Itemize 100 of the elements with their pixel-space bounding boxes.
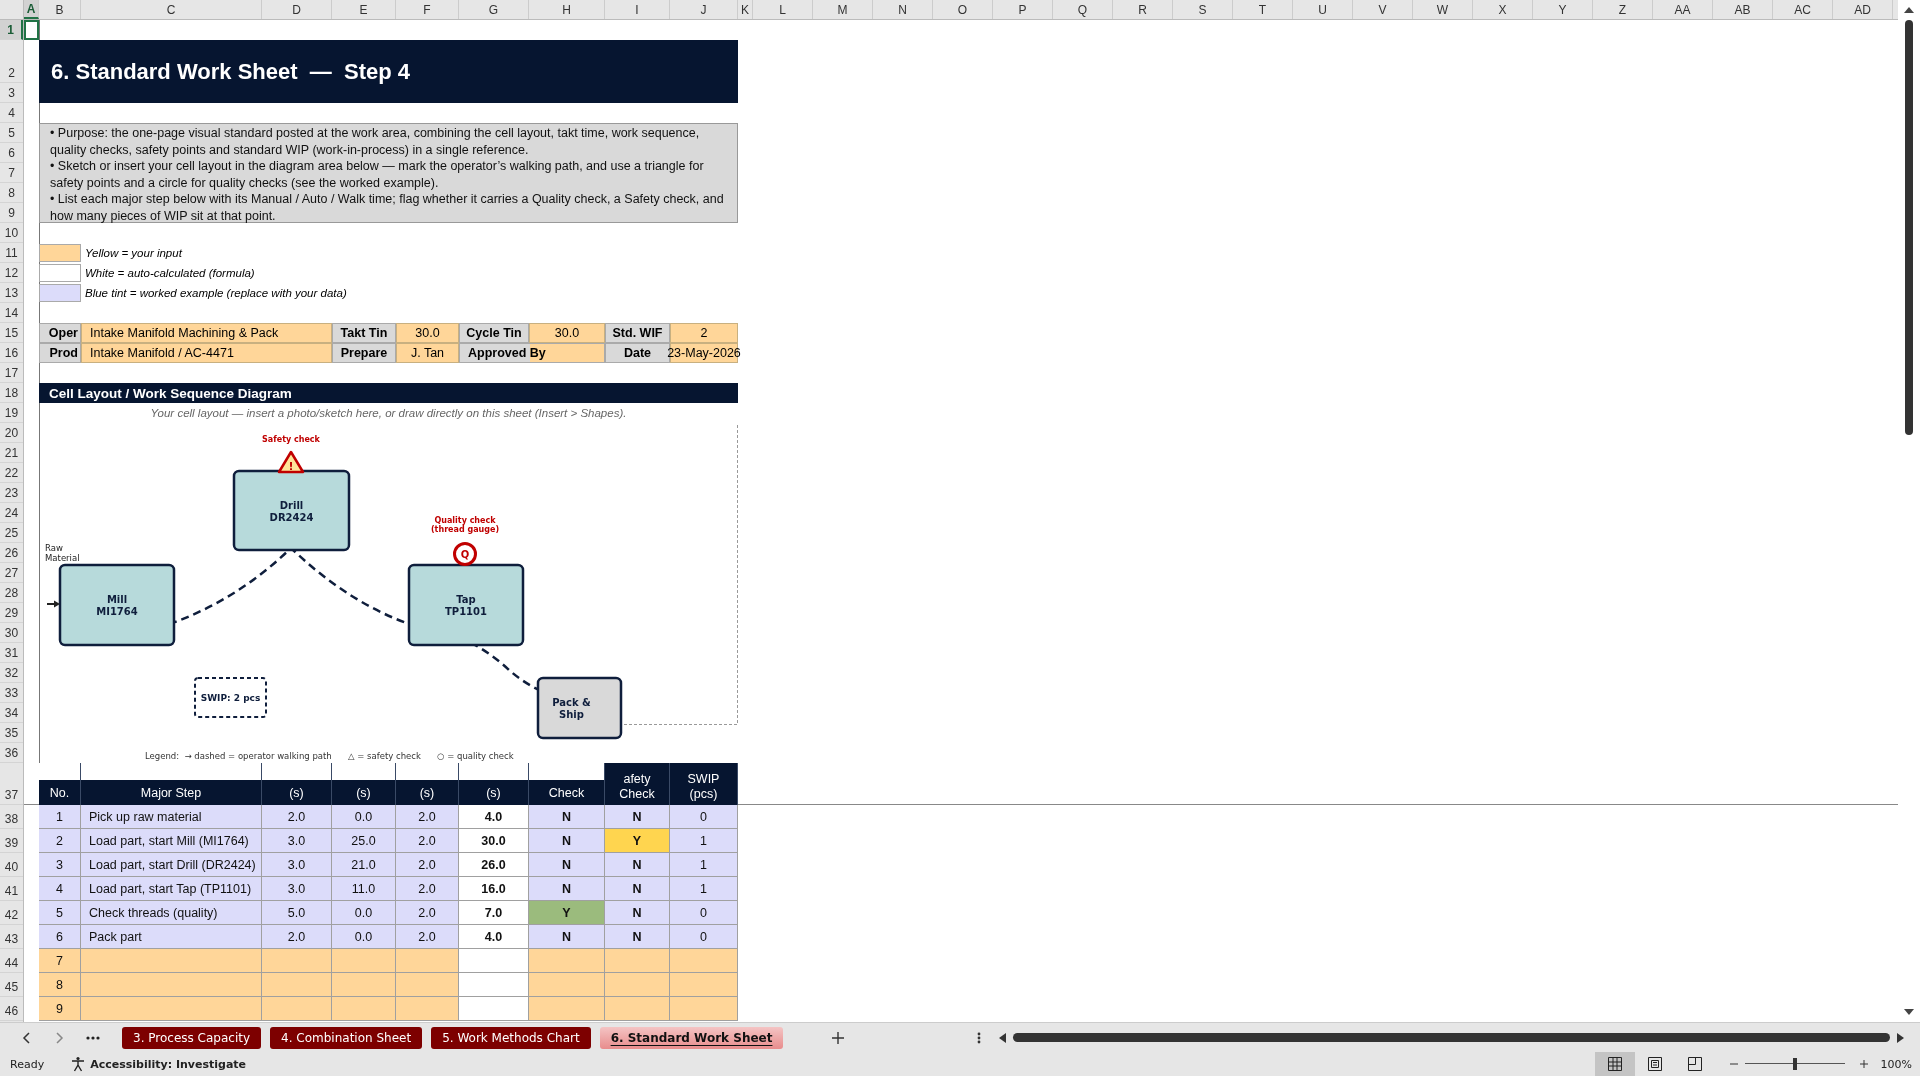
column-header[interactable]: Y <box>1533 0 1593 19</box>
input-cell[interactable] <box>262 949 332 973</box>
column-header[interactable]: W <box>1413 0 1473 19</box>
field-value[interactable]: 2 <box>670 323 738 343</box>
field-value[interactable]: J. Tan <box>396 343 459 363</box>
input-cell[interactable] <box>262 997 332 1021</box>
input-cell[interactable] <box>332 997 396 1021</box>
sheet-tab[interactable]: 5. Work Methods Chart <box>431 1026 591 1049</box>
row-header[interactable]: 21 <box>0 443 23 463</box>
column-header[interactable]: N <box>873 0 933 19</box>
more-icon[interactable] <box>86 1034 100 1041</box>
row-header[interactable]: 9 <box>0 203 23 223</box>
chevron-left-icon[interactable] <box>22 1030 32 1045</box>
row-header[interactable]: 23 <box>0 483 23 503</box>
input-cell[interactable] <box>670 997 738 1021</box>
input-cell[interactable] <box>605 949 670 973</box>
input-cell[interactable] <box>670 949 738 973</box>
column-header[interactable]: S <box>1173 0 1233 19</box>
row-header[interactable]: 18 <box>0 383 23 403</box>
input-cell[interactable] <box>529 949 605 973</box>
scroll-thumb[interactable] <box>1905 20 1913 435</box>
column-header[interactable]: V <box>1353 0 1413 19</box>
row-header[interactable]: 7 <box>0 163 23 183</box>
row-header[interactable]: 11 <box>0 243 23 263</box>
column-header[interactable]: C <box>81 0 262 19</box>
accessibility-status[interactable]: Accessibility: Investigate <box>90 1057 247 1071</box>
sheet-tab[interactable]: 6. Standard Work Sheet <box>599 1026 784 1049</box>
input-cell[interactable] <box>396 973 459 997</box>
row-header[interactable]: 29 <box>0 603 23 623</box>
column-header[interactable]: A <box>24 0 39 19</box>
row-header[interactable]: 17 <box>0 363 23 383</box>
field-value[interactable]: 30.0 <box>529 323 605 343</box>
input-cell[interactable] <box>529 973 605 997</box>
scroll-thumb[interactable] <box>1013 1033 1891 1042</box>
row-header[interactable]: 20 <box>0 423 23 443</box>
zoom-level[interactable]: 100% <box>1880 1057 1912 1071</box>
row-header[interactable]: 5 <box>0 123 23 143</box>
row-header[interactable]: 30 <box>0 623 23 643</box>
scroll-down-icon[interactable] <box>1904 1008 1914 1016</box>
field-value[interactable]: Intake Manifold / AC-4471 <box>81 343 332 363</box>
column-header[interactable]: M <box>813 0 873 19</box>
input-cell[interactable] <box>332 973 396 997</box>
column-header[interactable]: J <box>670 0 738 19</box>
row-header[interactable]: 14 <box>0 303 23 323</box>
column-header[interactable]: Z <box>1593 0 1653 19</box>
column-header[interactable]: P <box>993 0 1053 19</box>
row-header[interactable]: 15 <box>0 323 23 343</box>
chevron-right-icon[interactable] <box>54 1030 64 1045</box>
column-header[interactable]: I <box>605 0 670 19</box>
column-header[interactable]: F <box>396 0 459 19</box>
input-cell[interactable] <box>605 973 670 997</box>
row-header[interactable]: 39 <box>0 829 23 853</box>
row-header[interactable]: 37 <box>0 763 23 805</box>
row-header[interactable]: 41 <box>0 877 23 901</box>
row-header[interactable]: 10 <box>0 223 23 243</box>
column-header[interactable]: D <box>262 0 332 19</box>
row-header[interactable]: 6 <box>0 143 23 163</box>
row-header[interactable]: 38 <box>0 805 23 829</box>
row-header[interactable]: 16 <box>0 343 23 363</box>
accessibility-icon[interactable] <box>70 1056 87 1072</box>
row-header[interactable]: 22 <box>0 463 23 483</box>
input-cell[interactable] <box>396 997 459 1021</box>
row-header[interactable]: 46 <box>0 997 23 1021</box>
row-header[interactable]: 19 <box>0 403 23 423</box>
input-cell[interactable] <box>262 973 332 997</box>
row-header[interactable]: 36 <box>0 743 23 763</box>
row-header[interactable]: 2 <box>0 40 23 83</box>
column-header[interactable]: AA <box>1653 0 1713 19</box>
column-header[interactable]: AB <box>1713 0 1773 19</box>
column-header[interactable]: R <box>1113 0 1173 19</box>
column-header[interactable]: AD <box>1833 0 1893 19</box>
zoom-thumb[interactable] <box>1792 1058 1797 1070</box>
column-header[interactable]: H <box>529 0 605 19</box>
sheet-tab[interactable]: 4. Combination Sheet <box>270 1026 423 1049</box>
field-value[interactable]: 30.0 <box>396 323 459 343</box>
scroll-right-icon[interactable] <box>1896 1032 1905 1043</box>
field-value[interactable]: Intake Manifold Machining & Pack <box>81 323 332 343</box>
row-header[interactable]: 27 <box>0 563 23 583</box>
scroll-up-icon[interactable] <box>1904 6 1914 14</box>
column-header[interactable]: T <box>1233 0 1293 19</box>
row-header[interactable]: 3 <box>0 83 23 103</box>
row-header[interactable]: 40 <box>0 853 23 877</box>
row-header[interactable]: 43 <box>0 925 23 949</box>
column-header[interactable]: E <box>332 0 396 19</box>
column-header[interactable]: B <box>39 0 81 19</box>
more-vertical-icon[interactable] <box>977 1030 982 1045</box>
row-header[interactable]: 4 <box>0 103 23 123</box>
add-sheet-icon[interactable] <box>831 1030 846 1045</box>
row-header[interactable]: 31 <box>0 643 23 663</box>
row-header[interactable]: 28 <box>0 583 23 603</box>
normal-view-button[interactable] <box>1594 1052 1635 1076</box>
column-header[interactable]: U <box>1293 0 1353 19</box>
column-header[interactable]: G <box>459 0 529 19</box>
row-header[interactable]: 34 <box>0 703 23 723</box>
row-header[interactable]: 8 <box>0 183 23 203</box>
input-cell[interactable] <box>81 949 262 973</box>
column-header[interactable]: O <box>933 0 993 19</box>
row-header[interactable]: 1 <box>0 20 23 40</box>
input-cell[interactable] <box>81 997 262 1021</box>
column-header[interactable]: K <box>738 0 753 19</box>
